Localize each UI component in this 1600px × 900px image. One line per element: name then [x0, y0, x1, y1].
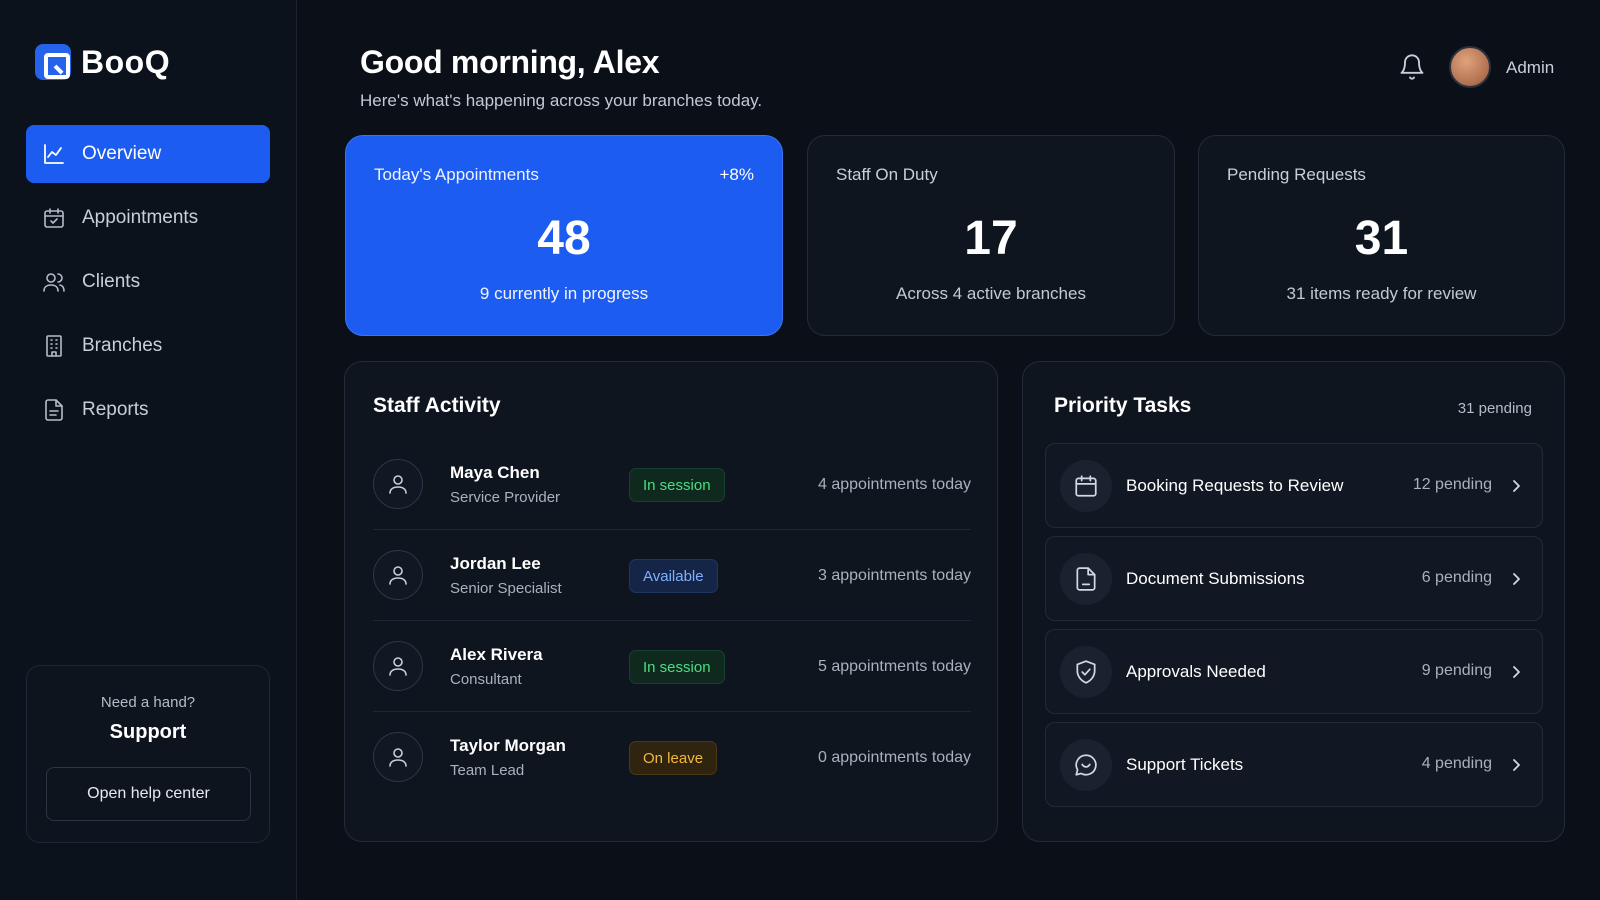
task-label: Support Tickets	[1126, 755, 1244, 774]
bell-icon[interactable]	[1398, 53, 1426, 81]
appointment-count: 4 appointments today	[818, 476, 971, 493]
staff-role: Senior Specialist	[450, 580, 562, 597]
status-badge: Available	[629, 559, 718, 593]
sidebar: BooQ Overview Appointments Clients Branc…	[0, 0, 297, 900]
task-label: Document Submissions	[1126, 569, 1305, 588]
table-row[interactable]: Taylor Morgan Team Lead On leave 0 appoi…	[373, 712, 971, 803]
calendar-icon	[1075, 475, 1097, 497]
staff-name: Alex Rivera	[450, 645, 543, 664]
staff-name: Maya Chen	[450, 463, 540, 482]
avatar	[373, 550, 423, 600]
appointment-count: 5 appointments today	[818, 658, 971, 675]
sidebar-item-appointments[interactable]: Appointments	[26, 189, 270, 247]
page-title: Good morning, Alex	[360, 44, 660, 80]
staff-name: Jordan Lee	[450, 554, 541, 573]
panel-title: Staff Activity	[373, 394, 501, 417]
sidebar-item-branches[interactable]: Branches	[26, 317, 270, 375]
sidebar-item-label: Clients	[82, 271, 141, 292]
stat-label: Today's Appointments	[374, 165, 539, 184]
stat-value: 31	[1354, 212, 1409, 265]
task-icon-wrap	[1060, 646, 1112, 698]
user-avatar[interactable]	[1449, 46, 1491, 88]
logo-mark-icon	[35, 44, 71, 80]
chart-line-icon	[44, 144, 64, 164]
chevron-right-icon	[1513, 480, 1520, 492]
brand-name: BooQ	[81, 43, 171, 80]
calendar-check-icon	[44, 208, 64, 228]
stat-delta: +8%	[719, 165, 755, 184]
user-icon	[389, 475, 407, 494]
staff-role: Team Lead	[450, 762, 525, 779]
task-pending-count: 9 pending	[1421, 662, 1492, 679]
pending-count: 31 pending	[1457, 400, 1532, 417]
sidebar-item-reports[interactable]: Reports	[26, 381, 270, 439]
stat-label: Pending Requests	[1227, 165, 1366, 184]
stat-card-staff-on-duty[interactable]: Staff On Duty 17 Across 4 active branche…	[807, 135, 1175, 336]
users-icon	[43, 273, 65, 292]
avatar	[373, 459, 423, 509]
sidebar-item-label: Reports	[82, 399, 149, 420]
chevron-right-icon	[1513, 666, 1520, 678]
table-row[interactable]: Jordan Lee Senior Specialist Available 3…	[373, 530, 971, 621]
sidebar-item-clients[interactable]: Clients	[26, 253, 270, 311]
support-title: Support	[109, 721, 187, 743]
table-row[interactable]: Alex Rivera Consultant In session 5 appo…	[373, 621, 971, 712]
user-icon	[389, 566, 407, 585]
avatar	[373, 732, 423, 782]
task-item-approvals-needed[interactable]: Approvals Needed 9 pending	[1045, 629, 1543, 714]
sidebar-item-label: Branches	[82, 335, 163, 356]
staff-role: Service Provider	[450, 489, 561, 506]
avatar	[373, 641, 423, 691]
staff-name: Taylor Morgan	[450, 736, 566, 755]
stat-note: Across 4 active branches	[896, 284, 1086, 303]
task-label: Booking Requests to Review	[1126, 476, 1344, 495]
stat-value: 17	[964, 212, 1018, 265]
status-badge: In session	[629, 650, 725, 684]
chat-bubble-icon	[1075, 754, 1097, 776]
task-item-booking-requests[interactable]: Booking Requests to Review 12 pending	[1045, 443, 1543, 528]
shield-check-icon	[1076, 660, 1096, 684]
document-icon	[45, 399, 63, 421]
task-label: Approvals Needed	[1126, 662, 1266, 681]
page-subtitle: Here's what's happening across your bran…	[360, 91, 763, 110]
task-pending-count: 6 pending	[1421, 569, 1492, 586]
task-item-document-submissions[interactable]: Document Submissions 6 pending	[1045, 536, 1543, 621]
appointment-count: 3 appointments today	[818, 567, 971, 584]
user-icon	[389, 748, 407, 767]
stat-label: Staff On Duty	[836, 165, 938, 184]
document-icon	[1076, 567, 1096, 591]
open-help-center-button[interactable]: Open help center	[46, 767, 251, 821]
sidebar-item-label: Overview	[82, 143, 162, 164]
stat-card-pending-requests[interactable]: Pending Requests 31 31 items ready for r…	[1198, 135, 1565, 336]
status-badge: On leave	[629, 741, 718, 775]
user-role-label[interactable]: Admin	[1506, 58, 1554, 78]
priority-tasks-panel: Priority Tasks 31 pending Booking Reques…	[1022, 361, 1565, 842]
table-row[interactable]: Maya Chen Service Provider In session 4 …	[373, 439, 971, 530]
stat-note: 31 items ready for review	[1286, 284, 1477, 303]
panel-title: Priority Tasks	[1054, 394, 1192, 417]
building-icon	[46, 335, 62, 357]
user-icon	[389, 657, 407, 676]
stat-value: 48	[537, 212, 591, 265]
staff-role: Consultant	[450, 671, 522, 688]
chevron-right-icon	[1513, 759, 1520, 771]
task-icon-wrap	[1060, 553, 1112, 605]
stat-card-appointments[interactable]: Today's Appointments +8% 48 9 currently …	[345, 135, 783, 336]
staff-activity-panel: Staff Activity Maya Chen Service Provide…	[344, 361, 998, 842]
brand-logo[interactable]: BooQ	[35, 43, 170, 81]
chevron-right-icon	[1513, 573, 1520, 585]
status-badge: In session	[629, 468, 725, 502]
task-pending-count: 12 pending	[1412, 476, 1492, 493]
sidebar-nav: Overview Appointments Clients Branches R…	[26, 125, 270, 445]
stat-note: 9 currently in progress	[479, 284, 649, 303]
sidebar-item-label: Appointments	[82, 207, 199, 228]
support-card: Need a hand? Support Open help center	[26, 665, 270, 843]
task-pending-count: 4 pending	[1421, 755, 1492, 772]
task-item-support-tickets[interactable]: Support Tickets 4 pending	[1045, 722, 1543, 807]
support-question: Need a hand?	[100, 694, 196, 711]
task-icon-wrap	[1060, 739, 1112, 791]
appointment-count: 0 appointments today	[818, 749, 971, 766]
sidebar-item-overview[interactable]: Overview	[26, 125, 270, 183]
task-icon-wrap	[1060, 460, 1112, 512]
